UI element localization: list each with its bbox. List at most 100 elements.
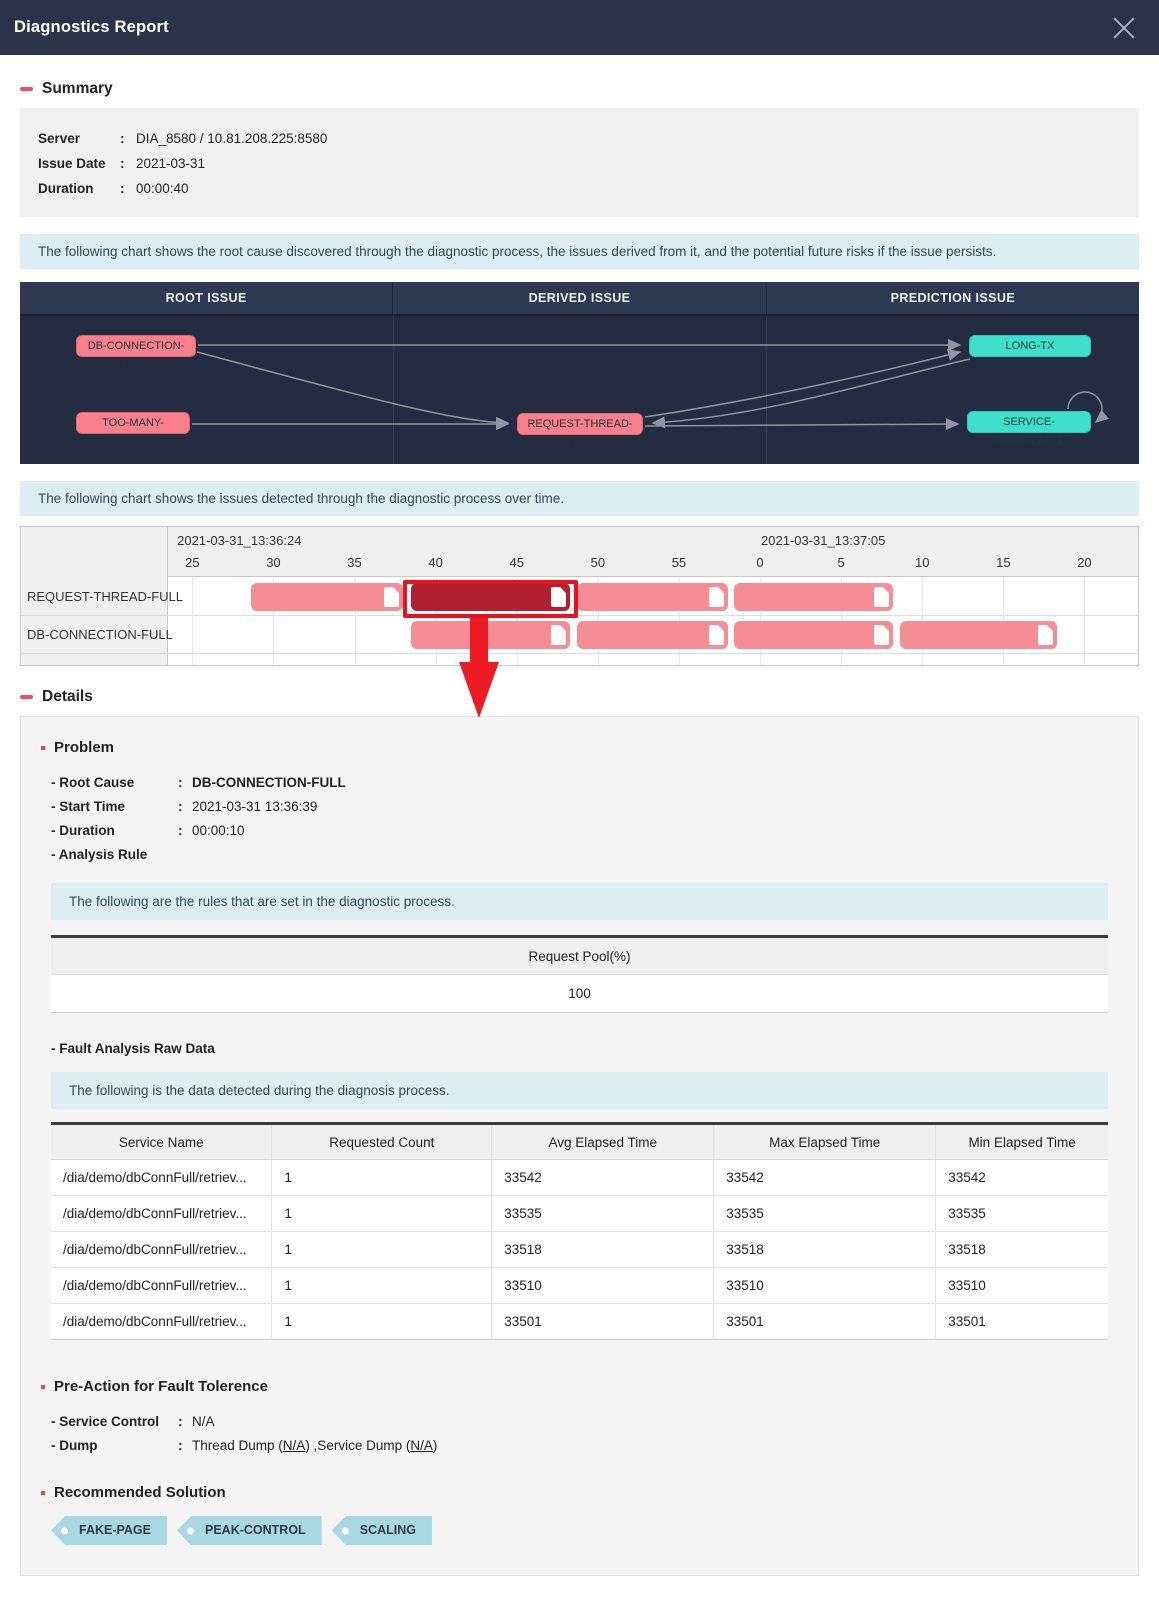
issue-date-value: 2021-03-31 (136, 151, 205, 176)
start-time-label: - Start Time (51, 795, 178, 819)
document-icon (709, 587, 724, 607)
fault-table-cell: 33510 (714, 1268, 936, 1304)
axis-timestamp-label: 2021-03-31_13:37:05 (761, 533, 885, 548)
problem-row-analysis-rule: - Analysis Rule (51, 843, 1128, 867)
axis-tick-label: 55 (659, 555, 699, 570)
diagnostics-report-dialog: Diagnostics Report Summary Server : DIA_… (0, 0, 1159, 1600)
fault-table-cell: 33542 (492, 1160, 714, 1196)
pre-action-heading: Pre-Action for Fault Tolerence (41, 1378, 1128, 1395)
dump-value: Thread Dump (N/A) ,Service Dump (N/A) (192, 1434, 437, 1458)
fault-table-cell: 33542 (936, 1160, 1108, 1196)
solution-tag-scaling[interactable]: SCALING (332, 1516, 432, 1545)
solution-tag-fake-page[interactable]: FAKE-PAGE (51, 1516, 167, 1545)
node-service-unavailable[interactable]: SERVICE-UNAVAILABLE (967, 411, 1091, 433)
column-prediction-issue: PREDICTION ISSUE (766, 282, 1139, 314)
dump-row: - Dump : Thread Dump (N/A) ,Service Dump… (51, 1434, 1128, 1458)
dump-label: - Dump (51, 1434, 178, 1458)
node-long-tx[interactable]: LONG-TX (969, 335, 1091, 357)
rule-table-value: 100 (51, 975, 1108, 1012)
column-divider (766, 316, 767, 464)
row-divider (21, 653, 1138, 654)
start-time-value: 2021-03-31 13:36:39 (192, 795, 317, 819)
fault-table-cell: 33501 (492, 1304, 714, 1340)
analysis-rule-banner: The following are the rules that are set… (51, 883, 1108, 920)
table-row: /dia/demo/dbConnFull/retriev...133510335… (51, 1268, 1108, 1304)
timeline-bar[interactable] (577, 583, 728, 611)
issue-flow-columns: ROOT ISSUE DERIVED ISSUE PREDICTION ISSU… (20, 282, 1139, 316)
fault-table-header-cell: Requested Count (272, 1124, 492, 1160)
axis-tick-label: 30 (253, 555, 293, 570)
fault-table-cell: 1 (272, 1304, 492, 1340)
fault-table-cell: /dia/demo/dbConnFull/retriev... (51, 1196, 272, 1232)
solution-tag-peak-control[interactable]: PEAK-CONTROL (177, 1516, 322, 1545)
table-row: /dia/demo/dbConnFull/retriev...133542335… (51, 1160, 1108, 1196)
axis-tick-label: 45 (497, 555, 537, 570)
pre-action-title: Pre-Action for Fault Tolerence (54, 1378, 268, 1395)
fault-table-cell: 33542 (714, 1160, 936, 1196)
drilldown-arrow (470, 618, 488, 662)
dump-text: Thread Dump ( (192, 1438, 283, 1453)
duration-label: Duration (38, 176, 120, 201)
problem-duration-label: - Duration (51, 819, 178, 843)
root-cause-label: - Root Cause (51, 771, 178, 795)
timeline-bar[interactable] (900, 621, 1057, 649)
service-dump-na-link[interactable]: N/A (410, 1438, 433, 1453)
axis-tick-label: 5 (821, 555, 861, 570)
thread-dump-na-link[interactable]: N/A (283, 1438, 306, 1453)
problem-row-start-time: - Start Time : 2021-03-31 13:36:39 (51, 795, 1128, 819)
problem-title: Problem (54, 739, 114, 756)
fault-raw-data-banner: The following is the data detected durin… (51, 1072, 1108, 1109)
solution-tags: FAKE-PAGE PEAK-CONTROL SCALING (51, 1516, 1128, 1545)
document-icon (384, 587, 399, 607)
colon: : (178, 1410, 192, 1434)
dialog-title: Diagnostics Report (14, 18, 169, 37)
fault-table-cell: 33518 (492, 1232, 714, 1268)
colon: : (178, 771, 192, 795)
summary-box: Server : DIA_8580 / 10.81.208.225:8580 I… (20, 108, 1139, 217)
fault-table-cell: /dia/demo/dbConnFull/retriev... (51, 1232, 272, 1268)
issue-date-label: Issue Date (38, 151, 120, 176)
dialog-titlebar: Diagnostics Report (0, 0, 1159, 55)
details-title: Details (42, 688, 93, 706)
fault-table-cell: 1 (272, 1232, 492, 1268)
recommended-solution-title: Recommended Solution (54, 1484, 226, 1501)
issue-timeline-chart: REQUEST-THREAD-FULLDB-CONNECTION-FULL 25… (20, 526, 1139, 666)
fault-table-cell: 33535 (492, 1196, 714, 1232)
timeline-bar[interactable] (251, 583, 403, 611)
timeline-bar[interactable] (577, 621, 728, 649)
summary-title: Summary (42, 80, 113, 98)
problem-row-root-cause: - Root Cause : DB-CONNECTION-FULL (51, 771, 1128, 795)
node-too-many-request[interactable]: TOO-MANY-REQUEST (76, 412, 190, 434)
axis-tick-label: 50 (578, 555, 618, 570)
timeline-bar[interactable] (734, 583, 893, 611)
summary-row-issue-date: Issue Date : 2021-03-31 (38, 151, 1121, 176)
colon: : (178, 819, 192, 843)
gridline (192, 577, 193, 665)
fault-table-cell: 33501 (936, 1304, 1108, 1340)
fault-table-cell: 33535 (936, 1196, 1108, 1232)
close-icon[interactable] (1111, 15, 1137, 41)
table-row: /dia/demo/dbConnFull/retriev...133501335… (51, 1304, 1108, 1340)
colon: : (178, 795, 192, 819)
duration-value: 00:00:40 (136, 176, 189, 201)
axis-tick-label: 40 (416, 555, 456, 570)
timeline-row-label: REQUEST-THREAD-FULL (27, 589, 183, 604)
details-panel: Problem - Root Cause : DB-CONNECTION-FUL… (20, 716, 1139, 1576)
analysis-rule-label: - Analysis Rule (51, 843, 178, 867)
bullet-icon (41, 1491, 45, 1495)
timeline-grid: 25303540455055051015202021-03-31_13:36:2… (168, 527, 1138, 665)
fault-table-cell: 33510 (492, 1268, 714, 1304)
node-request-thread-full[interactable]: REQUEST-THREAD-FULL (517, 413, 643, 435)
node-db-connection-full[interactable]: DB-CONNECTION-FULL (76, 335, 196, 357)
dialog-content: Summary Server : DIA_8580 / 10.81.208.22… (0, 80, 1159, 1576)
root-cause-value: DB-CONNECTION-FULL (192, 771, 346, 795)
timeline-bar[interactable] (734, 621, 893, 649)
problem-row-duration: - Duration : 00:00:10 (51, 819, 1128, 843)
timeline-row-labels: REQUEST-THREAD-FULLDB-CONNECTION-FULL (21, 527, 168, 665)
section-dash-icon (20, 87, 33, 91)
timeline-bar[interactable] (411, 621, 570, 649)
issue-flow-graph: ROOT ISSUE DERIVED ISSUE PREDICTION ISSU… (20, 282, 1139, 464)
selected-bar-highlight-box (403, 580, 578, 618)
problem-duration-value: 00:00:10 (192, 819, 245, 843)
service-control-row: - Service Control : N/A (51, 1410, 1128, 1434)
